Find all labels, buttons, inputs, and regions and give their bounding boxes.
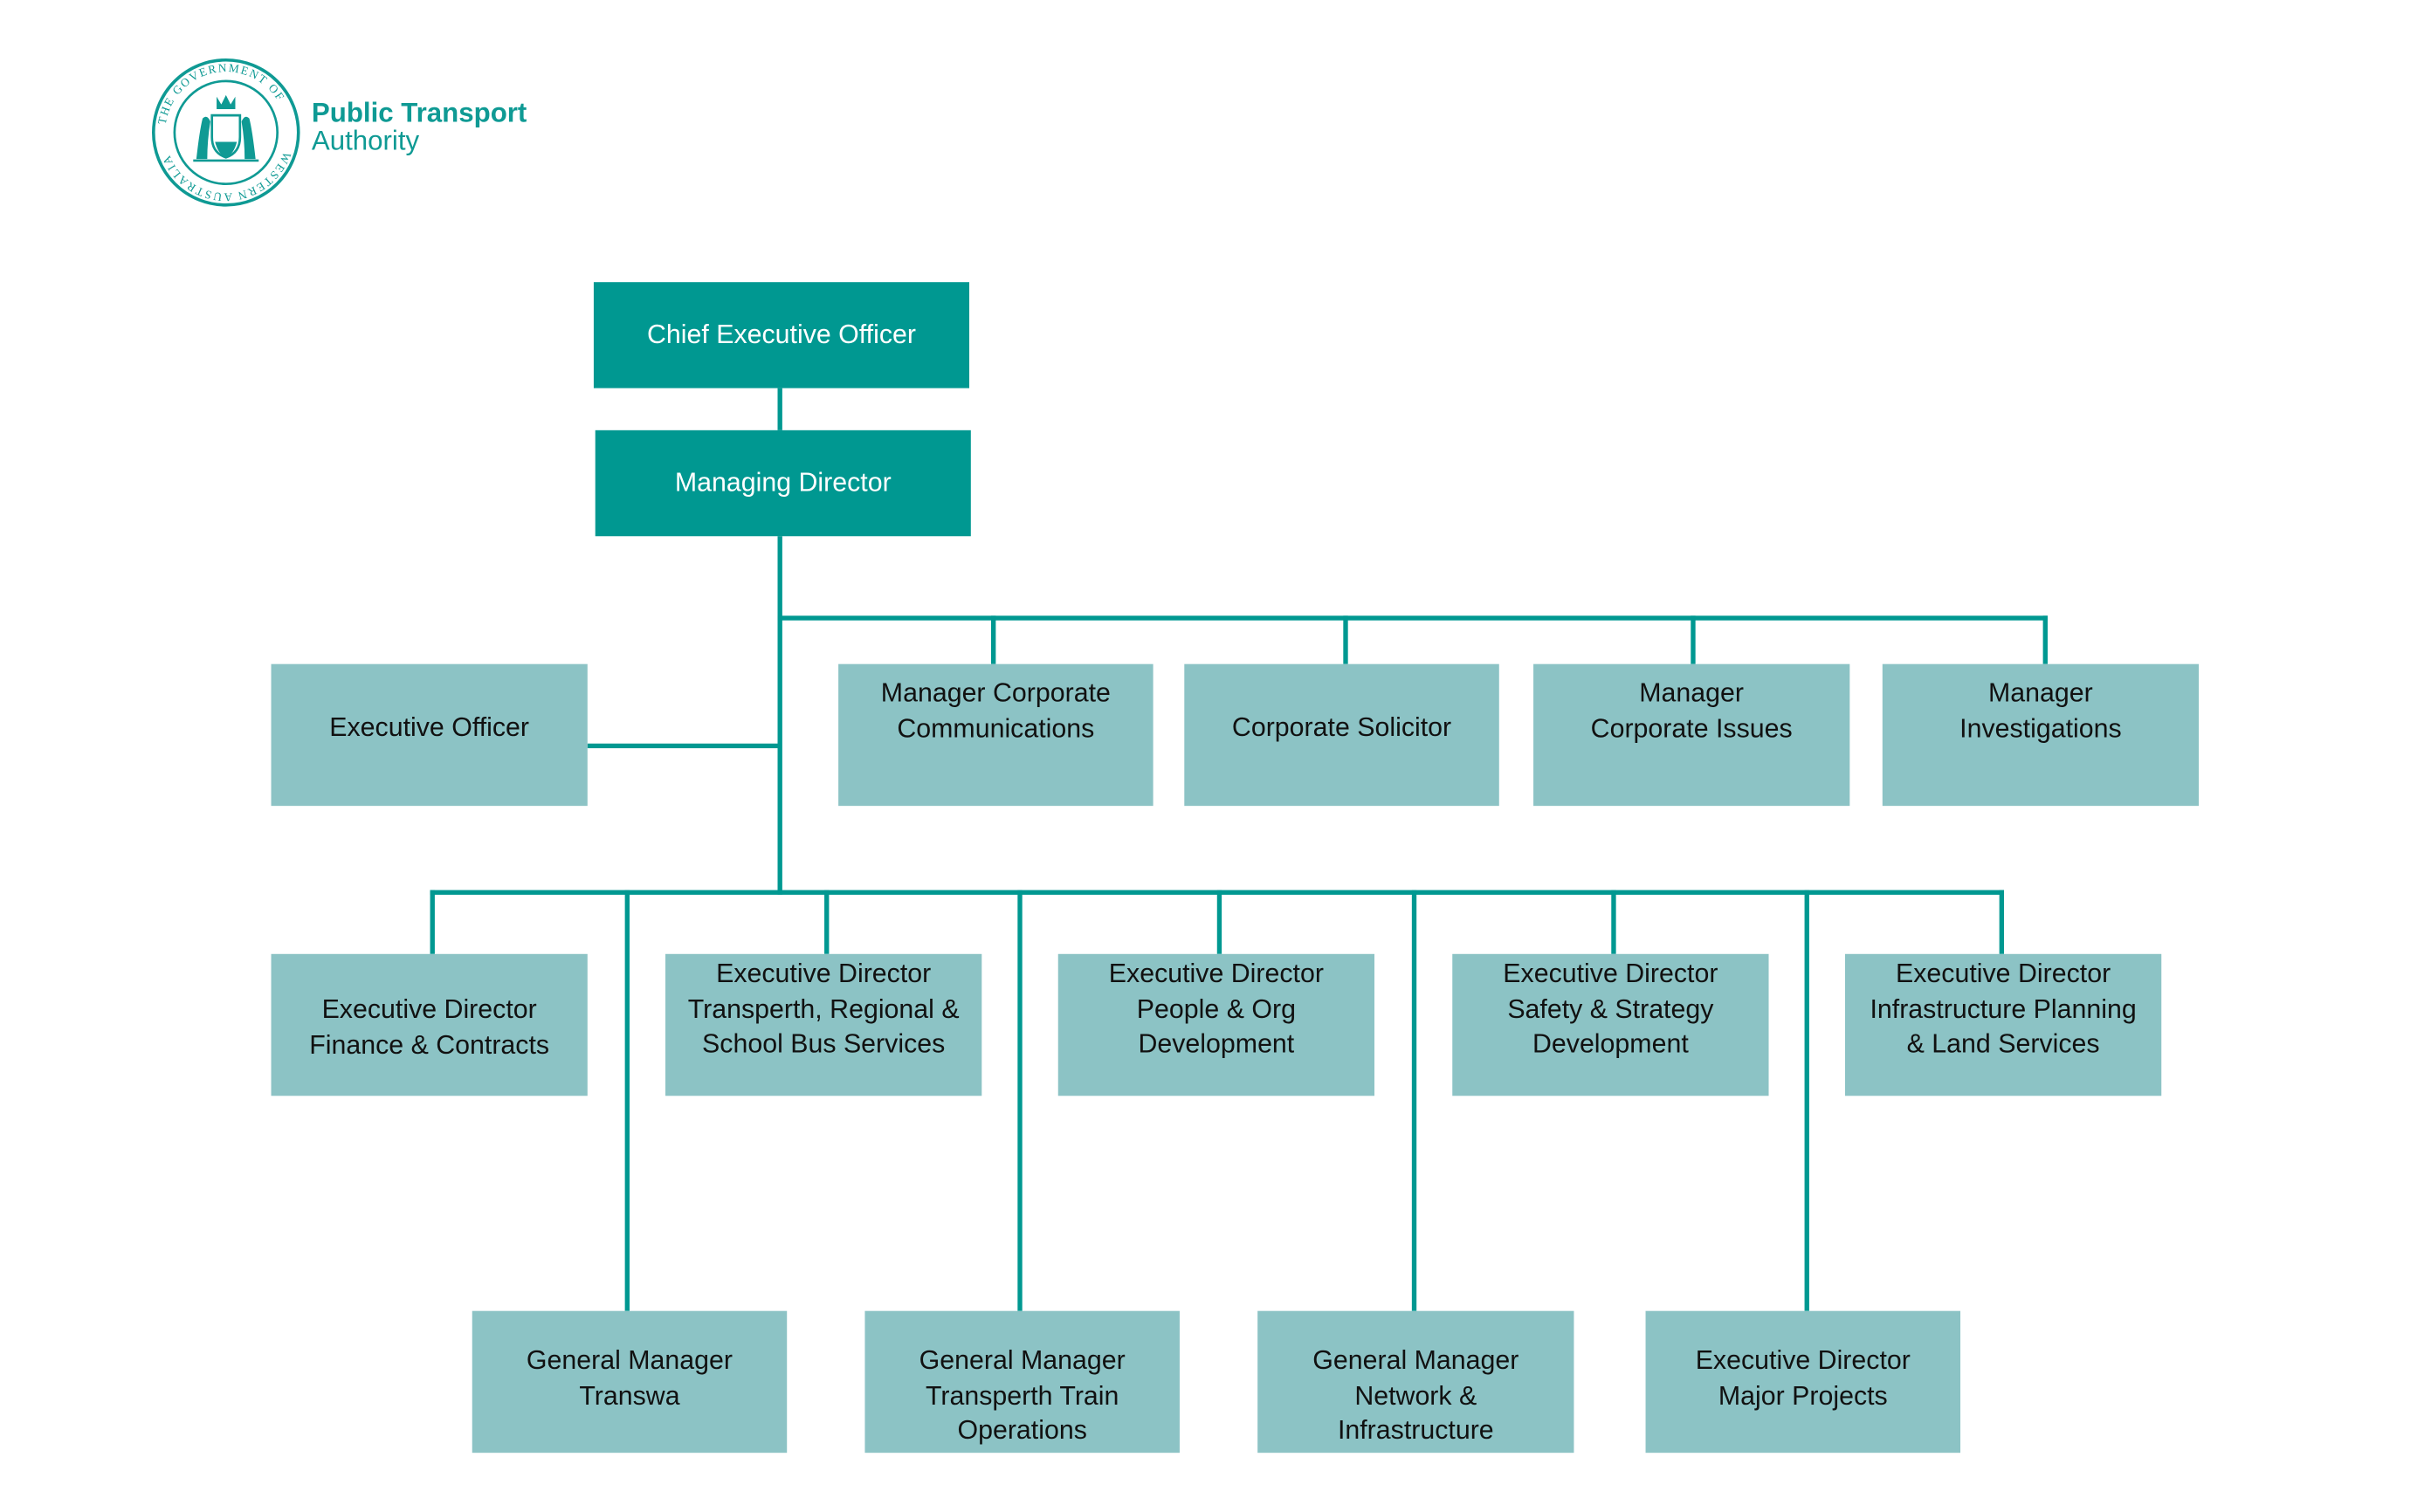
connector <box>1611 890 1616 954</box>
node-manager-corporate-issues: Manager Corporate Issues <box>1533 663 1850 807</box>
node-label: Corporate Solicitor <box>1231 712 1452 742</box>
node-label: Executive Officer <box>329 712 530 742</box>
node-ed-major-projects: Executive Director Major Projects <box>1645 1310 1961 1454</box>
node-label: Executive Director Finance & Contracts <box>309 994 550 1060</box>
node-ed-people-org-development: Executive Director People & Org Developm… <box>1057 953 1375 1096</box>
node-label: General Manager Network & Infrastructure <box>1312 1344 1519 1446</box>
connector <box>777 388 782 430</box>
node-executive-officer: Executive Officer <box>271 663 588 807</box>
node-manager-corporate-communications: Manager Corporate Communications <box>838 663 1154 807</box>
node-ed-infrastructure-planning-land: Executive Director Infrastructure Planni… <box>1844 953 2162 1096</box>
organisation-name: Public Transport Authority <box>312 98 527 154</box>
node-label: Manager Investigations <box>1959 677 2122 743</box>
connector <box>1343 615 1348 664</box>
connector <box>777 536 782 895</box>
node-ed-transperth-regional-school-bus: Executive Director Transperth, Regional … <box>665 953 982 1096</box>
node-ed-finance-contracts: Executive Director Finance & Contracts <box>271 953 588 1096</box>
connector <box>2042 615 2048 664</box>
connector <box>1216 890 1222 954</box>
connector <box>430 890 435 954</box>
connector <box>587 743 782 749</box>
node-label: Executive Director People & Org Developm… <box>1108 959 1324 1059</box>
node-ed-safety-strategy-development: Executive Director Safety & Strategy Dev… <box>1452 953 1769 1096</box>
node-corporate-solicitor: Corporate Solicitor <box>1184 663 1499 807</box>
node-label: Executive Director Major Projects <box>1695 1344 1911 1411</box>
node-gm-transperth-train-operations: General Manager Transperth Train Operati… <box>864 1310 1180 1454</box>
node-label: Managing Director <box>674 467 892 498</box>
node-label: General Manager Transwa <box>526 1344 733 1411</box>
connector <box>777 615 2048 621</box>
node-ceo: Chief Executive Officer <box>593 282 970 388</box>
connector <box>991 615 996 664</box>
node-label: General Manager Transperth Train Operati… <box>919 1344 1126 1446</box>
node-label: Manager Corporate Communications <box>880 677 1111 743</box>
connector <box>1691 615 1696 664</box>
connector <box>1017 890 1023 1311</box>
node-label: Manager Corporate Issues <box>1590 677 1793 743</box>
node-gm-network-infrastructure: General Manager Network & Infrastructure <box>1257 1310 1574 1454</box>
connector <box>1999 890 2004 954</box>
logo-line-1: Public Transport <box>311 96 527 128</box>
connector <box>1804 890 1809 1311</box>
logo-line-2: Authority <box>311 124 420 156</box>
node-label: Executive Director Infrastructure Planni… <box>1870 959 2137 1059</box>
node-gm-transwa: General Manager Transwa <box>472 1310 788 1454</box>
wa-government-seal-icon: THE GOVERNMENT OF WESTERN AUSTRALIA <box>151 58 300 207</box>
connector <box>624 890 630 1311</box>
node-label: Chief Executive Officer <box>646 319 916 349</box>
connector <box>1411 890 1417 1311</box>
node-label: Executive Director Transperth, Regional … <box>687 959 960 1059</box>
node-manager-investigations: Manager Investigations <box>1882 663 2200 807</box>
node-managing-director: Managing Director <box>595 430 971 537</box>
org-chart: THE GOVERNMENT OF WESTERN AUSTRALIA Publ… <box>0 0 2431 1512</box>
node-label: Executive Director Safety & Strategy Dev… <box>1503 959 1718 1059</box>
connector <box>824 890 830 954</box>
